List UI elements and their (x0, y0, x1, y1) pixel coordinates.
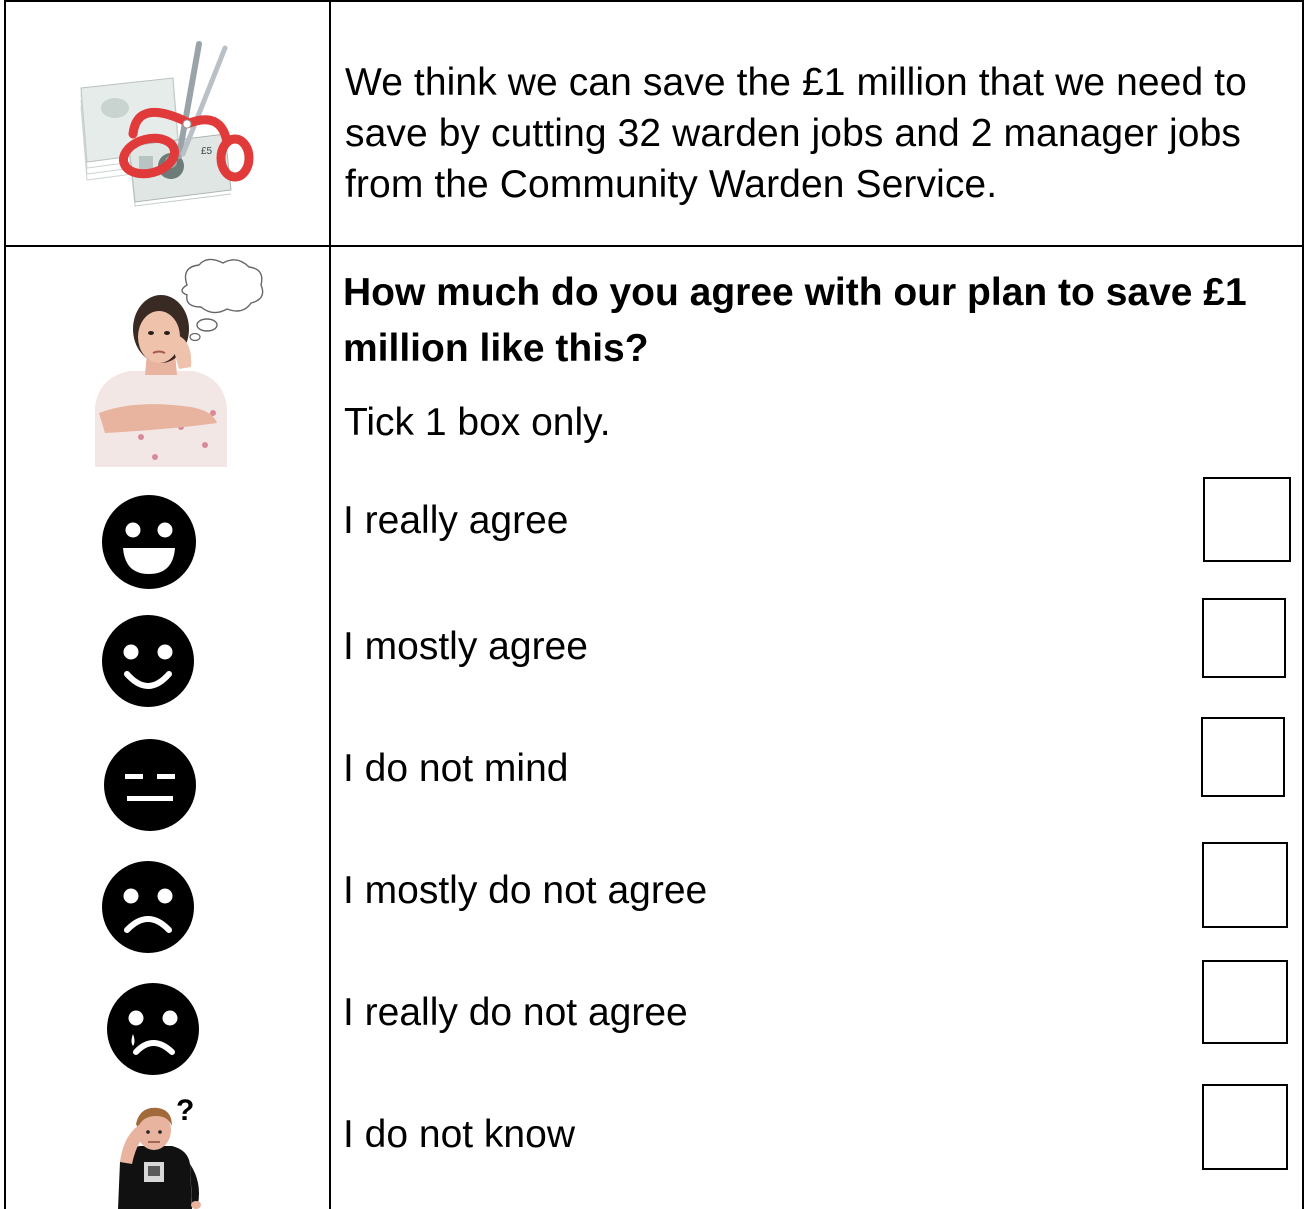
crying-face-icon (106, 982, 200, 1076)
table-right-border (1302, 0, 1304, 1209)
tickbox-mostly-do-not-agree[interactable] (1202, 842, 1288, 928)
option-label-do-not-know: I do not know (343, 1113, 575, 1156)
table-top-border (4, 0, 1304, 2)
tickbox-do-not-mind[interactable] (1201, 717, 1285, 797)
option-label-really-agree: I really agree (343, 499, 569, 542)
option-label-do-not-mind: I do not mind (343, 747, 569, 790)
question-mark-icon: ? (176, 1094, 194, 1127)
tickbox-really-agree[interactable] (1203, 477, 1291, 562)
table-column-divider (329, 0, 331, 1209)
money-cut-scissors-picture: £5 (75, 38, 255, 208)
confused-person-picture: ? (110, 1092, 206, 1209)
thought-bubble-icon (181, 258, 264, 342)
instruction-text: Tick 1 box only. (344, 401, 611, 444)
tickbox-do-not-know[interactable] (1202, 1084, 1288, 1170)
table-left-border (4, 0, 6, 1209)
question-heading: How much do you agree with our plan to s… (343, 271, 1247, 370)
smile-face-icon (101, 614, 195, 708)
neutral-face-icon (103, 738, 197, 832)
banknote-value-text: £5 (201, 146, 213, 157)
option-label-mostly-do-not-agree: I mostly do not agree (343, 869, 708, 912)
tickbox-really-do-not-agree[interactable] (1202, 960, 1288, 1044)
tickbox-mostly-agree[interactable] (1202, 598, 1286, 678)
table-row-divider (4, 245, 1304, 247)
form-table: £5 We think we can save the £1 million t… (0, 0, 1306, 1209)
option-label-mostly-agree: I mostly agree (343, 625, 588, 668)
option-label-really-do-not-agree: I really do not agree (343, 991, 688, 1034)
sad-face-icon (101, 860, 195, 954)
big-smile-face-icon (101, 494, 197, 590)
thinking-woman-picture (95, 257, 265, 467)
intro-paragraph: We think we can save the £1 million that… (345, 61, 1247, 206)
